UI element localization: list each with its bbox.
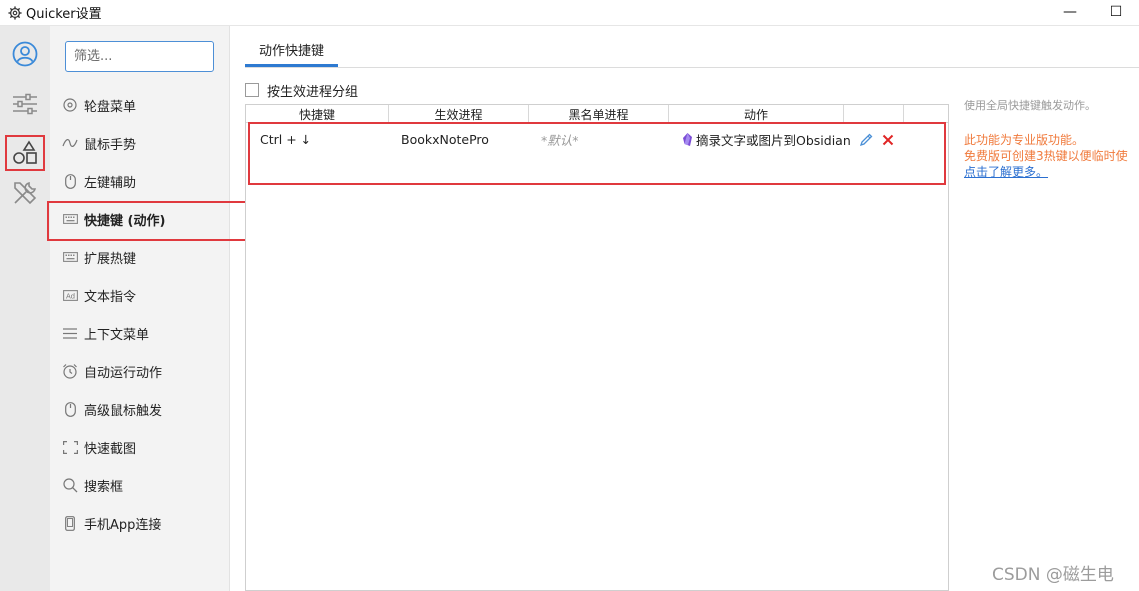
nav-item-quick-screenshot[interactable]: 快速截图: [50, 428, 230, 466]
nav-item-text-commands[interactable]: Ad 文本指令: [50, 276, 230, 314]
group-by-process-label: 按生效进程分组: [267, 84, 359, 100]
nav-item-extended-hotkeys[interactable]: 扩展热键: [50, 238, 230, 276]
watermark: CSDN @磁生电: [992, 565, 1114, 585]
title-bar: Quicker设置 — ☐: [0, 0, 1139, 26]
obsidian-icon: [683, 132, 692, 146]
nav-item-search-box[interactable]: 搜索框: [50, 466, 230, 504]
hotkey-table: 快捷键 生效进程 黑名单进程 动作 Ctrl + ↓ BookxNotePro …: [245, 104, 949, 591]
nav-item-context-menu[interactable]: 上下文菜单: [50, 314, 230, 352]
wheel-icon: [62, 97, 78, 113]
filter-input[interactable]: [65, 41, 214, 72]
cell-action[interactable]: 摘录文字或图片到Obsidian: [683, 124, 851, 154]
alarm-clock-icon: [62, 363, 78, 379]
screenshot-icon: [62, 439, 78, 455]
free-notice: 免费版可创建3热键以便临时使: [964, 149, 1128, 163]
nav-item-label: 自动运行动作: [84, 365, 163, 381]
edit-button[interactable]: [858, 132, 874, 148]
iconbar-triggers[interactable]: [5, 135, 45, 171]
nav-item-label: 扩展热键: [84, 251, 137, 267]
sliders-icon: [13, 93, 37, 115]
cell-hotkey: Ctrl + ↓: [260, 131, 312, 147]
nav-item-label: 左键辅助: [84, 175, 137, 191]
cell-blacklist: *默认*: [541, 132, 579, 148]
shapes-icon: [13, 140, 37, 164]
info-panel: 使用全局快捷键触发动作。 此功能为专业版功能。 免费版可创建3热键以便临时使 点…: [964, 98, 1139, 180]
delete-button[interactable]: [880, 132, 896, 148]
maximize-button[interactable]: ☐: [1093, 0, 1139, 24]
nav-item-label: 鼠标手势: [84, 137, 137, 153]
tab-action-hotkeys[interactable]: 动作快捷键: [245, 34, 339, 67]
minimize-button[interactable]: —: [1047, 0, 1093, 24]
settings-nav: 轮盘菜单 鼠标手势 左键辅助 快捷键 (动作) 扩展热键 Ad 文本指令 上下文…: [50, 26, 230, 591]
column-header-hotkey[interactable]: 快捷键: [246, 105, 389, 123]
nav-item-label: 快捷键 (动作): [84, 213, 166, 229]
pro-notice: 此功能为专业版功能。: [964, 133, 1085, 147]
group-by-process-checkbox[interactable]: [245, 83, 259, 97]
nav-item-label: 上下文菜单: [84, 327, 150, 343]
nav-item-advanced-mouse[interactable]: 高级鼠标触发: [50, 390, 230, 428]
menu-lines-icon: [62, 325, 78, 341]
column-header-action[interactable]: 动作: [669, 105, 844, 123]
learn-more-link[interactable]: 点击了解更多。: [964, 164, 1139, 180]
window-title: Quicker设置: [26, 7, 102, 22]
icon-sidebar: [0, 26, 50, 591]
user-circle-icon: [12, 41, 38, 67]
nav-item-left-click-assist[interactable]: 左键辅助: [50, 162, 230, 200]
gesture-icon: [62, 135, 78, 151]
nav-item-auto-run[interactable]: 自动运行动作: [50, 352, 230, 390]
table-row[interactable]: Ctrl + ↓ BookxNotePro *默认* 摘录文字或图片到Obsid…: [246, 124, 948, 154]
iconbar-user[interactable]: [5, 36, 45, 72]
svg-text:Ad: Ad: [65, 292, 74, 300]
close-icon: [882, 134, 894, 146]
nav-item-label: 快速截图: [84, 441, 137, 457]
pencil-icon: [859, 133, 873, 147]
tab-strip: 动作快捷键: [245, 34, 1139, 68]
feature-description: 使用全局快捷键触发动作。: [964, 99, 1096, 112]
iconbar-tools[interactable]: [5, 175, 45, 211]
tools-icon: [14, 181, 37, 205]
mouse-icon: [62, 401, 78, 417]
action-name: 摘录文字或图片到Obsidian: [696, 132, 851, 148]
ad-text-icon: Ad: [62, 287, 78, 303]
nav-item-label: 搜索框: [84, 479, 124, 495]
keyboard-icon: [62, 211, 78, 227]
nav-item-mouse-gesture[interactable]: 鼠标手势: [50, 124, 230, 162]
nav-item-wheel-menu[interactable]: 轮盘菜单: [50, 86, 230, 124]
nav-item-label: 手机App连接: [84, 517, 162, 533]
column-header-blacklist[interactable]: 黑名单进程: [529, 105, 669, 123]
column-header-process[interactable]: 生效进程: [389, 105, 529, 123]
column-header-buttons: [844, 105, 904, 123]
nav-item-mobile-app[interactable]: 手机App连接: [50, 504, 230, 542]
nav-item-label: 文本指令: [84, 289, 137, 305]
search-icon: [62, 477, 78, 493]
group-by-process-row[interactable]: 按生效进程分组: [245, 81, 359, 100]
table-header: 快捷键 生效进程 黑名单进程 动作: [246, 105, 948, 123]
iconbar-settings[interactable]: [5, 86, 45, 122]
phone-icon: [62, 515, 78, 531]
nav-item-hotkeys-actions[interactable]: 快捷键 (动作): [50, 200, 230, 238]
keyboard-icon: [62, 249, 78, 265]
mouse-icon: [62, 173, 78, 189]
cell-process: BookxNotePro: [401, 131, 489, 147]
nav-item-label: 高级鼠标触发: [84, 403, 163, 419]
nav-item-label: 轮盘菜单: [84, 99, 137, 115]
gear-icon: [8, 5, 22, 20]
